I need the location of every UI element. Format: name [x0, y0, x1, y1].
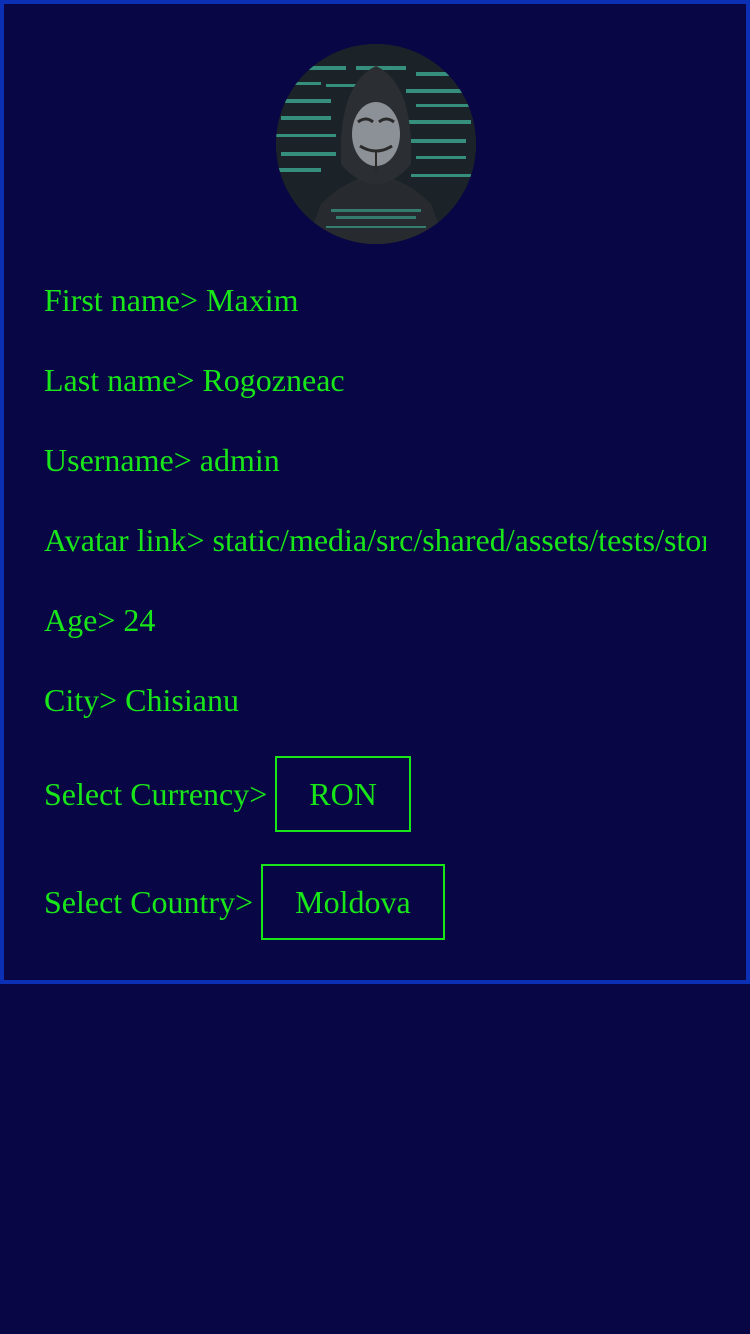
currency-label: Select Currency>: [44, 775, 268, 812]
currency-row: Select Currency> RON: [44, 756, 411, 832]
last-name-value: Rogozneac: [202, 362, 345, 398]
last-name-label: Last name>: [44, 362, 195, 398]
age-field: Age> 24: [44, 600, 706, 640]
last-name-field: Last name> Rogozneac: [44, 360, 706, 400]
first-name-label: First name>: [44, 282, 199, 318]
currency-select[interactable]: RON: [275, 756, 411, 832]
city-field: City> Chisianu: [44, 680, 706, 720]
country-label: Select Country>: [44, 883, 254, 920]
avatar: [276, 44, 476, 244]
avatar-link-value: static/media/src/shared/assets/tests/sto…: [212, 522, 706, 558]
username-label: Username>: [44, 442, 192, 478]
city-label: City>: [44, 682, 118, 718]
country-select[interactable]: Moldova: [261, 864, 445, 940]
country-row: Select Country> Moldova: [44, 864, 445, 940]
country-selected-value: Moldova: [295, 883, 411, 920]
first-name-field: First name> Maxim: [44, 280, 706, 320]
currency-selected-value: RON: [309, 775, 377, 812]
age-value: 24: [123, 602, 156, 638]
username-value: admin: [199, 442, 280, 478]
profile-card: First name> Maxim Last name> Rogozneac Use…: [0, 0, 750, 984]
age-label: Age>: [44, 602, 116, 638]
avatar-link-label: Avatar link>: [44, 522, 205, 558]
avatar-link-field: Avatar link> static/media/src/shared/asse…: [44, 520, 706, 560]
first-name-value: Maxim: [206, 282, 299, 318]
city-value: Chisianu: [125, 682, 239, 718]
username-field: Username> admin: [44, 440, 706, 480]
avatar-image: [276, 44, 476, 244]
